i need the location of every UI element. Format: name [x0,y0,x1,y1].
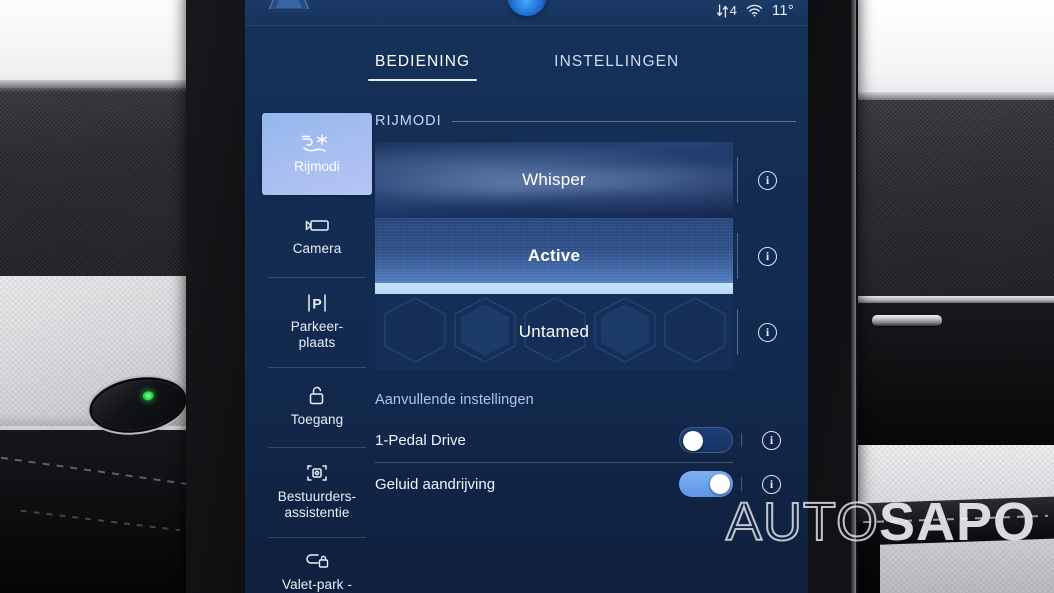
sidebar-item-camera-label: Camera [292,240,342,256]
drive-mode-row-whisper: Whisper i [375,142,802,218]
chrome-trim-bar [872,315,942,326]
bestuurders-line1: Bestuurders- [277,488,357,504]
tab-instellingen-label: INSTELLINGEN [554,53,680,70]
sidebar-item-valetpark-label: Valet-park - [282,576,352,592]
setting-label-1-pedal-drive: 1-Pedal Drive [375,431,466,449]
section-rule [451,120,796,122]
section-header: RIJMODI [375,113,808,129]
sidebar-item-toegang-label: Toegang [290,411,344,427]
info-icon[interactable]: i [758,322,777,342]
drive-mode-card-untamed[interactable]: Untamed [375,294,733,370]
drive-mode-info-whisper-wrap: i [733,142,802,218]
sidebar-item-parkeerplaats[interactable]: P Parkeer- plaats [262,277,372,367]
sidebar-item-bestuurdersassistentie[interactable]: Bestuurders- assistentie [262,447,372,537]
blue-orb-icon [506,0,547,16]
sidebar-item-rijmodi-label: Rijmodi [294,158,340,174]
sidebar-item-bestuurdersassistentie-label: Bestuurders- assistentie [278,489,356,521]
tab-bar: BEDIENING INSTELLINGEN [245,26,808,108]
parkeerplaats-line2: plaats [298,334,336,350]
sidebar: Rijmodi Camera P Parkeer- plaats Toegang… [262,113,372,593]
sidebar-item-camera[interactable]: Camera [262,195,372,277]
toggle-knob [683,430,703,451]
status-bar: 4 11° [245,0,808,26]
status-bar-right-group: 4 11° [716,2,794,19]
sidebar-item-rijmodi[interactable]: Rijmodi [262,113,372,195]
setting-info-1-pedal-drive-wrap: i [741,430,802,450]
drive-mode-card-whisper[interactable]: Whisper [375,142,733,218]
setting-row-1-pedal-drive: 1-Pedal Drive i [375,418,802,462]
parking-icon: P [305,292,329,314]
drive-mode-card-active[interactable]: Active [375,218,733,294]
toggle-knob [710,473,730,494]
data-transfer-icon: 4 [716,3,737,19]
tab-instellingen[interactable]: INSTELLINGEN [552,47,681,87]
sidebar-item-valetpark[interactable]: Valet-park - [262,537,372,593]
drive-mode-active-label: Active [527,246,581,265]
infotainment-screen: 4 11° BEDIENING INSTELLINGEN Rijmodi Cam… [245,0,808,593]
sidebar-item-parkeerplaats-label: Parkeer- plaats [291,319,344,351]
toggle-1-pedal-drive[interactable] [679,427,733,453]
signal-strength-value: 4 [729,3,737,18]
additional-settings-title: Aanvullende instellingen [375,392,534,408]
info-icon[interactable]: i [758,170,777,190]
wifi-icon [746,4,763,17]
additional-settings: Aanvullende instellingen 1-Pedal Drive i… [375,392,802,506]
info-icon[interactable]: i [762,430,781,450]
info-icon[interactable]: i [762,474,781,494]
driver-assist-icon [305,462,329,484]
svg-text:P: P [312,295,321,311]
valet-lock-icon [304,550,330,572]
drive-mode-icon [300,132,334,154]
green-led-indicator [141,390,154,401]
drive-mode-info-untamed-wrap: i [733,294,802,370]
info-icon[interactable]: i [758,246,777,266]
camera-icon [303,214,331,236]
dashboard-panel-left [0,88,205,276]
drive-mode-untamed-label: Untamed [518,322,590,341]
temperature-readout: 11° [771,2,794,19]
dashboard-panel-right [852,100,1054,300]
setting-label-geluid-aandrijving: Geluid aandrijving [375,475,496,493]
tab-bediening[interactable]: BEDIENING [367,47,478,87]
drive-mode-list: Whisper i Active i Untamed i [375,142,802,370]
setting-info-geluid-aandrijving-wrap: i [741,474,802,494]
toggle-geluid-aandrijving[interactable] [679,471,733,497]
drive-mode-row-untamed: Untamed i [375,294,802,370]
car-top-icon [263,0,315,18]
bestuurders-line2: assistentie [284,504,350,520]
setting-row-geluid-aandrijving: Geluid aandrijving i [375,462,802,506]
main-panel: RIJMODI Whisper i Active i Untamed i Aan… [375,113,808,593]
screenshot-root: 4 11° BEDIENING INSTELLINGEN Rijmodi Cam… [0,0,1054,593]
page-title: RIJMODI [375,113,442,129]
parkeerplaats-line1: Parkeer- [290,318,344,334]
unlock-icon [307,385,327,407]
drive-mode-whisper-label: Whisper [522,170,586,189]
bezel-highlight [851,0,856,593]
drive-mode-info-active-wrap: i [733,218,802,294]
drive-mode-row-active: Active i [375,218,802,294]
selected-indicator-bar [375,283,733,294]
tab-bediening-label: BEDIENING [375,53,471,70]
sidebar-item-toegang[interactable]: Toegang [262,367,372,447]
